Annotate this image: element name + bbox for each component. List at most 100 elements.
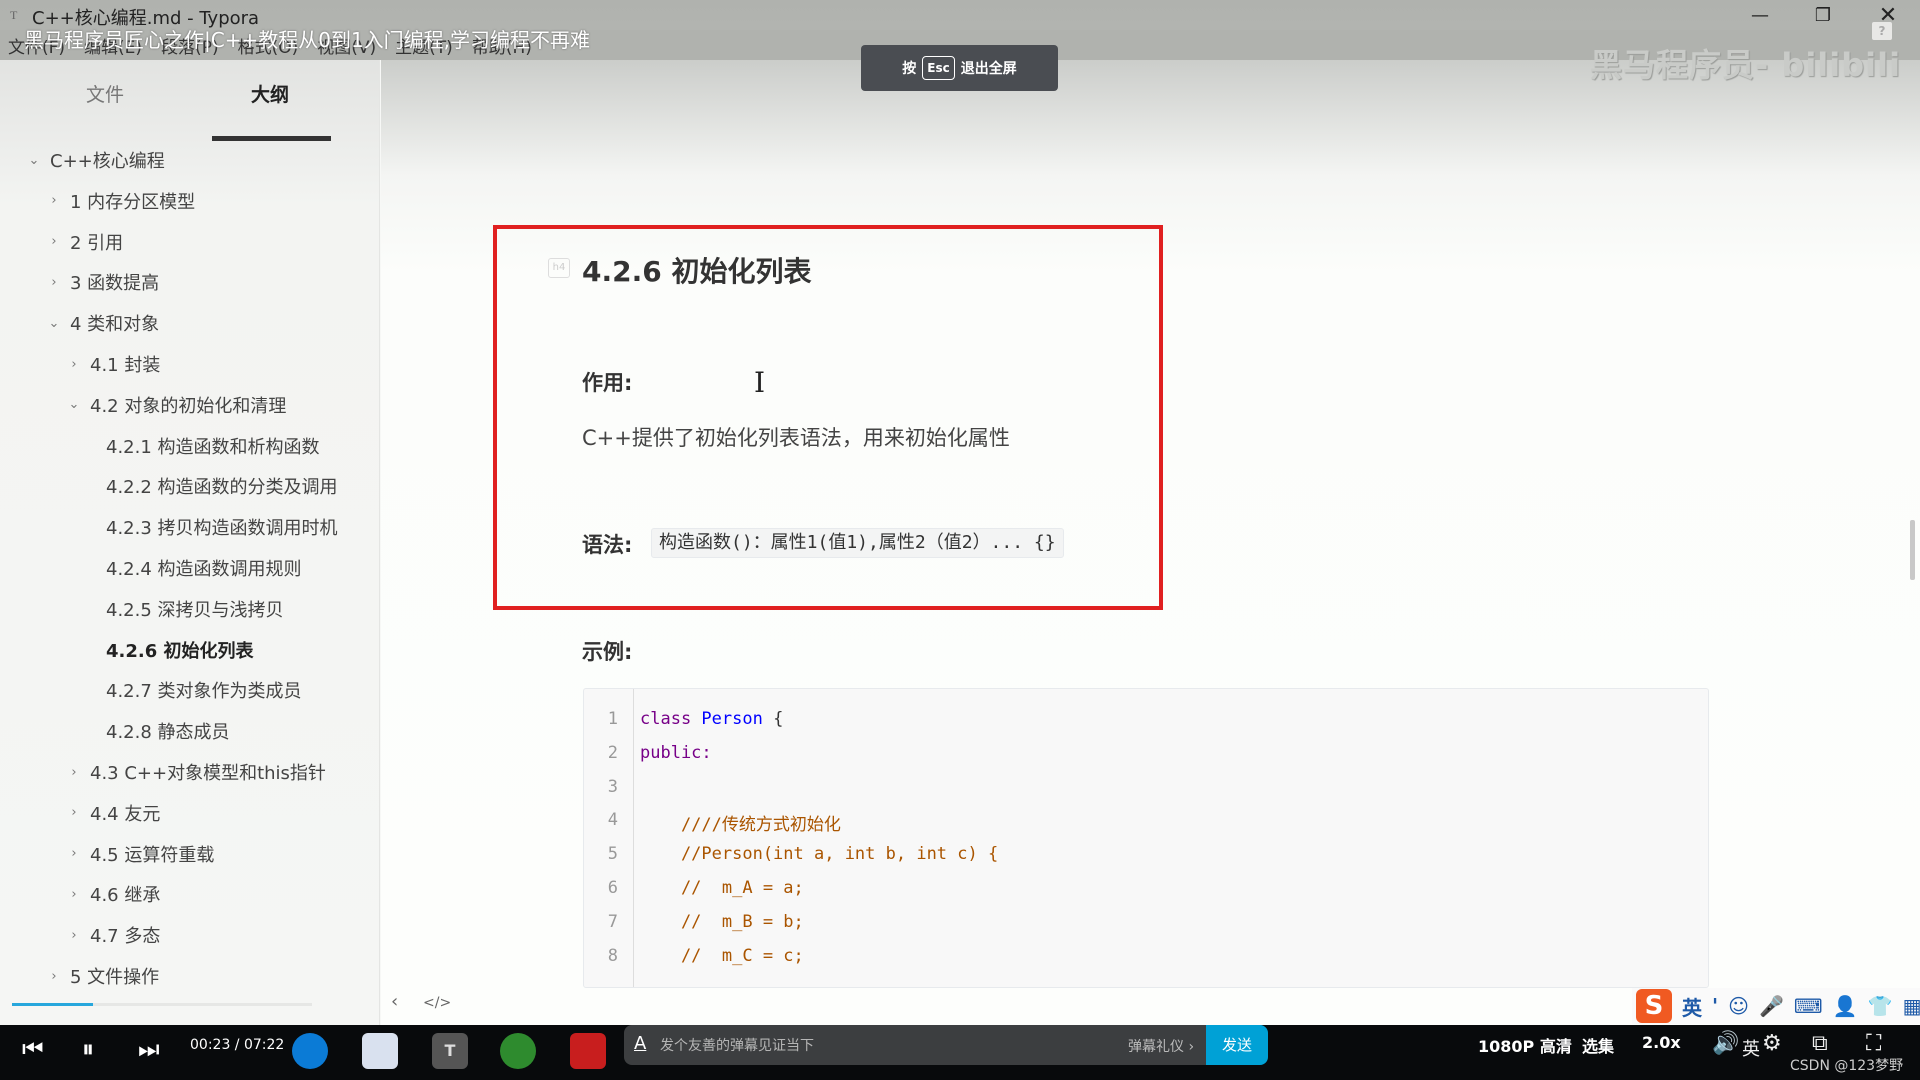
outline-item[interactable]: 4.2.2 构造函数的分类及调用	[106, 471, 338, 501]
outline-item-label: 4.1 封装	[90, 355, 161, 376]
outline-item[interactable]: ⌄ 4 类和对象	[44, 308, 160, 338]
outline-item[interactable]: › 4.4 友元	[64, 798, 160, 828]
danmaku-etiquette-link[interactable]: 弹幕礼仪 ›	[1128, 1036, 1194, 1056]
code-token: // m_B = b;	[640, 911, 804, 932]
baidu-netdisk-taskbar-icon[interactable]	[362, 1033, 398, 1069]
outline-item[interactable]: › 4.1 封装	[64, 349, 160, 379]
code-line: // m_B = b;	[640, 912, 804, 932]
chevron-right-icon[interactable]: ›	[44, 193, 64, 208]
outline-item[interactable]: 4.2.1 构造函数和析构函数	[106, 431, 320, 461]
tab-outline[interactable]: 大纲	[251, 80, 289, 107]
bilibili-watermark: 黑马程序员- bilibili	[1590, 46, 1902, 84]
ime-language-toggle[interactable]: 英	[1682, 992, 1702, 1021]
outline-item-label: 4.2.8 静态成员	[106, 722, 230, 744]
outline-item[interactable]: › 4.5 运算符重载	[64, 839, 214, 869]
volume-icon[interactable]: 🔊	[1712, 1031, 1739, 1056]
outline-item[interactable]: › 4.3 C++对象模型和this指针	[64, 757, 326, 787]
chevron-down-icon[interactable]: ⌄	[64, 397, 84, 412]
sogou-ime-logo[interactable]: S	[1636, 989, 1672, 1023]
outline-item[interactable]: › 3 函数提高	[44, 267, 159, 297]
sidebar-tabs: 文件 大纲	[0, 80, 380, 141]
outline-item[interactable]: ⌄ 4.2 对象的初始化和清理	[64, 390, 287, 420]
outline-item[interactable]: › 4.6 继承	[64, 879, 160, 909]
outline-item[interactable]: › 4.7 多态	[64, 920, 160, 950]
outline-item[interactable]: › 5 文件操作	[44, 961, 159, 991]
pip-icon[interactable]: ⧉	[1812, 1031, 1828, 1056]
outline-item[interactable]: › 1 内存分区模型	[44, 186, 195, 216]
outline-item[interactable]: 4.2.6 初始化列表	[106, 635, 254, 665]
outline-item-label: 2 引用	[70, 232, 124, 254]
outline-item[interactable]: ⌄ C++核心编程	[24, 145, 165, 175]
chevron-right-icon[interactable]: ›	[44, 234, 64, 249]
typora-taskbar-icon[interactable]: T	[432, 1033, 468, 1069]
episodes-button[interactable]: 选集	[1582, 1033, 1614, 1057]
help-icon[interactable]: ?	[1872, 22, 1892, 40]
app-taskbar-icon-red[interactable]	[570, 1033, 606, 1069]
restore-button[interactable]: ❐	[1803, 2, 1843, 28]
danmaku-bar: A 弹幕礼仪 ›	[624, 1025, 1206, 1065]
chevron-down-icon[interactable]: ⌄	[24, 153, 44, 168]
code-line: ////传统方式初始化	[640, 810, 841, 835]
chevron-right-icon[interactable]: ›	[44, 275, 64, 290]
quality-selector[interactable]: 1080P 高清	[1478, 1033, 1572, 1057]
outline-item[interactable]: 4.2.8 静态成员	[106, 716, 230, 746]
outline-item[interactable]: 4.2.5 深拷贝与浅拷贝	[106, 594, 284, 624]
code-block[interactable]: 1 2 3 4 5 6 7 8 class Person {public: ////传统方式初…	[583, 688, 1709, 988]
restore-icon: ❐	[1814, 4, 1832, 26]
text-cursor-icon: I	[754, 366, 766, 399]
chevron-right-icon[interactable]: ›	[64, 765, 84, 780]
chevron-right-icon[interactable]: ›	[64, 928, 84, 943]
next-button[interactable]: ⏭	[138, 1035, 160, 1063]
outline-item-label: 4.5 运算符重载	[90, 844, 215, 866]
app-taskbar-icon[interactable]	[500, 1033, 536, 1069]
chevron-right-icon[interactable]: ›	[64, 357, 84, 372]
keyboard-icon[interactable]: ⌨	[1794, 994, 1823, 1018]
heading-level-badge: h4	[548, 258, 570, 278]
danmaku-style-icon[interactable]: A	[634, 1033, 646, 1054]
chevron-right-icon[interactable]: ›	[64, 887, 84, 902]
outline-item-label: 4.2.7 类对象作为类成员	[106, 681, 302, 703]
ime-punctuation-toggle[interactable]: '	[1712, 994, 1718, 1018]
outline-item[interactable]: 4.2.7 类对象作为类成员	[106, 675, 302, 705]
fullscreen-icon[interactable]: ⛶	[1866, 1031, 1881, 1056]
minimize-button[interactable]: —	[1740, 2, 1780, 28]
outline-item-label: 4.2.4 构造函数调用规则	[106, 559, 302, 580]
playback-time: 00:23 / 07:22	[190, 1037, 285, 1053]
esc-hint-suffix: 退出全屏	[960, 61, 1017, 77]
emoji-icon[interactable]: ☺	[1728, 994, 1749, 1018]
chevron-right-icon[interactable]: ›	[64, 805, 84, 820]
exit-fullscreen-hint: 按 Esc 退出全屏	[861, 45, 1058, 91]
pause-button[interactable]: ⏸	[82, 1035, 94, 1063]
outline-item-label: 1 内存分区模型	[70, 191, 196, 213]
minimize-icon: —	[1751, 4, 1769, 26]
esc-hint-prefix: 按	[902, 61, 917, 77]
microphone-icon[interactable]: 🎤	[1759, 994, 1784, 1018]
tray-language-indicator[interactable]: 英	[1742, 1035, 1760, 1061]
source-mode-button[interactable]: </>	[423, 995, 451, 1011]
code-token: ////传统方式初始化	[640, 815, 841, 836]
pause-icon: ⏸	[82, 1035, 94, 1063]
editor-scrollbar-thumb[interactable]	[1910, 520, 1915, 580]
toggle-sidebar-button[interactable]: ‹	[391, 991, 398, 1012]
tab-files[interactable]: 文件	[86, 80, 124, 107]
speed-selector[interactable]: 2.0x	[1642, 1033, 1681, 1052]
send-danmaku-button[interactable]: 发送	[1206, 1025, 1268, 1065]
chevron-down-icon[interactable]: ⌄	[44, 316, 64, 331]
user-icon[interactable]: 👤	[1833, 994, 1858, 1018]
outline-item-label: 5 文件操作	[70, 967, 160, 988]
outline-item[interactable]: › 2 引用	[44, 227, 123, 257]
outline-item[interactable]: 4.2.4 构造函数调用规则	[106, 553, 302, 583]
danmaku-input[interactable]	[660, 1025, 1060, 1065]
settings-icon[interactable]: ⚙	[1762, 1031, 1782, 1056]
chevron-right-icon[interactable]: ›	[44, 969, 64, 984]
browser-taskbar-icon[interactable]	[292, 1033, 328, 1069]
toolbox-icon[interactable]: ▦	[1903, 994, 1920, 1018]
code-line-number: 2	[607, 742, 618, 763]
csdn-credit-watermark: CSDN @123梦野	[1790, 1058, 1904, 1074]
chevron-right-icon[interactable]: ›	[64, 846, 84, 861]
code-line-number: 5	[607, 844, 618, 865]
outline-item[interactable]: 4.2.3 拷贝构造函数调用时机	[106, 512, 338, 542]
outline-item-label: 4 类和对象	[70, 314, 160, 336]
skin-icon[interactable]: 👕	[1868, 994, 1893, 1018]
previous-button[interactable]: ⏮	[22, 1035, 44, 1063]
